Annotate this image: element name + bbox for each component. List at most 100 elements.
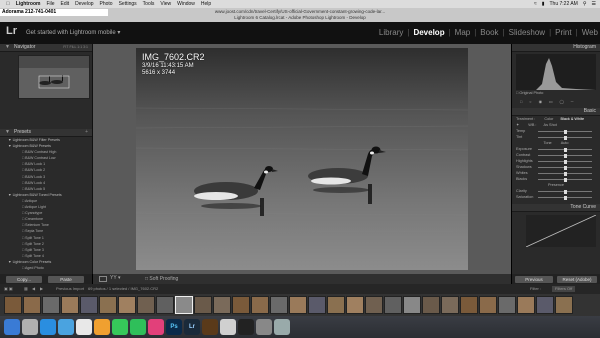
menu-photo[interactable]: Photo xyxy=(100,1,113,7)
photoshop-icon[interactable]: Ps xyxy=(166,319,182,335)
histogram-header[interactable]: Histogram xyxy=(512,44,600,52)
menu-window[interactable]: Window xyxy=(177,1,195,7)
spot-removal-icon[interactable]: ○ xyxy=(529,99,531,105)
browser-url[interactable]: www.joost.com/cdn/travel-Certify/US-offi… xyxy=(210,9,390,14)
filmstrip-thumbnail[interactable] xyxy=(137,296,155,314)
apple-menu-icon[interactable]:  xyxy=(6,1,10,7)
previous-button[interactable]: Previous xyxy=(515,276,553,283)
module-print[interactable]: Print xyxy=(553,28,573,37)
filmstrip-thumbnail[interactable] xyxy=(517,296,535,314)
filmstrip-thumbnail[interactable] xyxy=(422,296,440,314)
module-slideshow[interactable]: Slideshow xyxy=(507,28,547,37)
filmstrip-thumbnail[interactable] xyxy=(498,296,516,314)
menu-tools[interactable]: Tools xyxy=(143,1,155,7)
tone-curve-header[interactable]: Tone Curve xyxy=(512,204,600,212)
filmstrip-thumbnail[interactable] xyxy=(232,296,250,314)
calendar-icon[interactable] xyxy=(76,319,92,335)
navigator-zoom[interactable]: FIT FILL 1:1 3:1 xyxy=(63,44,88,51)
second-window-icon[interactable]: ▣ ▣ xyxy=(4,286,13,292)
filmstrip-thumbnail[interactable] xyxy=(61,296,79,314)
filter-dropdown[interactable]: Filters Off xyxy=(552,286,576,292)
slider-knob[interactable] xyxy=(563,195,567,200)
radial-filter-icon[interactable]: ◯ xyxy=(560,99,564,105)
filmstrip-thumbnail[interactable] xyxy=(23,296,41,314)
search-icon[interactable]: ⚲ xyxy=(583,1,587,7)
menu-develop[interactable]: Develop xyxy=(75,1,93,7)
crop-tool-icon[interactable]: □ xyxy=(520,99,522,105)
back-arrow-icon[interactable]: ◀ xyxy=(32,286,35,292)
graduated-filter-icon[interactable]: ▭ xyxy=(549,99,553,105)
slider-track[interactable] xyxy=(538,195,592,200)
slider-track[interactable] xyxy=(538,165,592,170)
soft-proofing-checkbox[interactable]: □ Soft Proofing xyxy=(145,276,178,282)
filmstrip-thumbnail[interactable] xyxy=(327,296,345,314)
safari-icon[interactable] xyxy=(40,319,56,335)
tone-auto-button[interactable]: Auto xyxy=(561,141,569,145)
slider-knob[interactable] xyxy=(563,165,567,170)
slider-knob[interactable] xyxy=(563,189,567,194)
menu-clock[interactable]: Thu 7:22 AM xyxy=(549,1,577,7)
settings-icon[interactable] xyxy=(256,319,272,335)
filmstrip-thumbnail[interactable] xyxy=(213,296,231,314)
filmstrip-thumbnail[interactable] xyxy=(270,296,288,314)
terminal-icon[interactable] xyxy=(238,319,254,335)
menu-file[interactable]: File xyxy=(46,1,54,7)
slider-track[interactable] xyxy=(538,171,592,176)
filmstrip-thumbnail[interactable] xyxy=(80,296,98,314)
slider-knob[interactable] xyxy=(563,159,567,164)
menu-settings[interactable]: Settings xyxy=(119,1,137,7)
filmstrip-thumbnail[interactable] xyxy=(536,296,554,314)
slider-track[interactable] xyxy=(538,159,592,164)
slider-knob[interactable] xyxy=(563,147,567,152)
brush-tool-icon[interactable]: ─ xyxy=(571,99,574,105)
module-library[interactable]: Library xyxy=(377,28,405,37)
launchpad-icon[interactable] xyxy=(22,319,38,335)
previous-import-source[interactable]: Previous Import xyxy=(56,286,84,292)
filmstrip-thumbnail[interactable] xyxy=(251,296,269,314)
preview-icon[interactable] xyxy=(220,319,236,335)
get-started-link[interactable]: Get started with Lightroom mobile ▾ xyxy=(26,29,120,36)
menu-view[interactable]: View xyxy=(160,1,171,7)
filmstrip-thumbnail[interactable] xyxy=(384,296,402,314)
filmstrip-thumbnail[interactable] xyxy=(118,296,136,314)
bridge-icon[interactable] xyxy=(202,319,218,335)
mail-icon[interactable] xyxy=(58,319,74,335)
presets-header[interactable]: ▼ Presets + xyxy=(0,129,92,137)
slider-knob[interactable] xyxy=(563,171,567,176)
messages-icon[interactable] xyxy=(112,319,128,335)
filmstrip-thumbnail[interactable] xyxy=(42,296,60,314)
filmstrip-thumbnail[interactable] xyxy=(194,296,212,314)
filmstrip-thumbnail[interactable] xyxy=(289,296,307,314)
notifications-icon[interactable]: ☰ xyxy=(592,1,596,7)
battery-icon[interactable]: ▮ xyxy=(542,1,545,7)
slider-track[interactable] xyxy=(538,135,592,140)
filmstrip-thumbnail[interactable] xyxy=(346,296,364,314)
finder-icon[interactable] xyxy=(4,319,20,335)
menu-edit[interactable]: Edit xyxy=(61,1,70,7)
facetime-icon[interactable] xyxy=(130,319,146,335)
treatment-bw[interactable]: Black & White xyxy=(560,117,584,121)
photos-icon[interactable] xyxy=(94,319,110,335)
paste-settings-button[interactable]: Paste xyxy=(48,276,84,283)
module-web[interactable]: Web xyxy=(580,28,600,37)
wb-value[interactable]: As Shot xyxy=(544,123,557,127)
filmstrip-thumbnail[interactable] xyxy=(156,296,174,314)
basic-header[interactable]: Basic xyxy=(512,108,600,116)
filmstrip-thumbnail[interactable] xyxy=(460,296,478,314)
slider-knob[interactable] xyxy=(563,153,567,158)
module-develop[interactable]: Develop xyxy=(411,28,446,37)
grid-view-icon[interactable]: ▦ xyxy=(24,286,28,292)
filmstrip-thumbnail[interactable] xyxy=(99,296,117,314)
slider-track[interactable] xyxy=(538,189,592,194)
slider-track[interactable] xyxy=(538,147,592,152)
red-eye-icon[interactable]: ◉ xyxy=(539,99,542,105)
module-map[interactable]: Map xyxy=(453,28,473,37)
eyedropper-icon[interactable]: ✦ xyxy=(516,123,519,127)
main-photo[interactable]: IMG_7602.CR2 3/9/16 11:43:15 AM 5616 x 3… xyxy=(136,48,468,270)
wifi-icon[interactable]: ≈ xyxy=(534,1,537,7)
menu-app[interactable]: Lightroom xyxy=(16,1,41,7)
tone-curve-graph[interactable] xyxy=(525,214,597,248)
navigator-header[interactable]: ▼ Navigator FIT FILL 1:1 3:1 xyxy=(0,44,92,52)
music-icon[interactable] xyxy=(148,319,164,335)
before-after-icon[interactable]: YY ▾ xyxy=(110,275,120,281)
